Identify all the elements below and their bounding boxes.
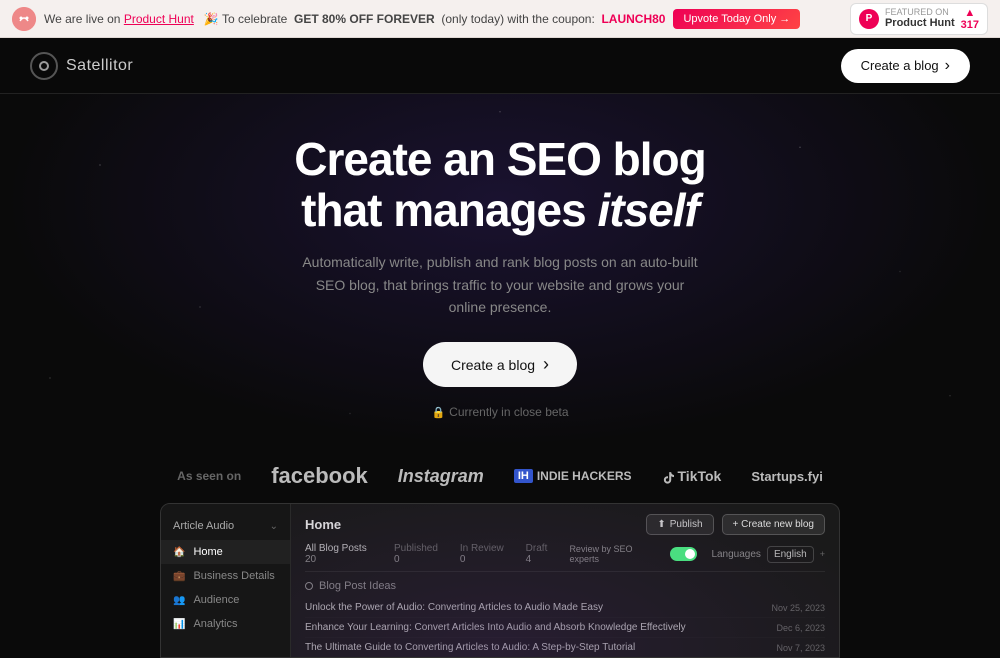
tab-published[interactable]: Published 0 [394,543,446,565]
language-selector[interactable]: Languages English + [711,546,825,563]
facebook-logo: facebook [271,463,368,489]
ph-arrow: ▲ [964,7,975,19]
top-banner: We are live on Product Hunt 🎉 To celebra… [0,0,1000,38]
startups-logo: Startups.fyi [751,469,823,484]
create-new-blog-button[interactable]: + Create new blog [722,514,825,535]
sidebar-item-home[interactable]: 🏠 Home [161,540,290,564]
language-value: English [767,546,814,563]
blog-post-date: Nov 25, 2023 [771,603,825,613]
dashboard-page-title: Home [305,517,341,532]
beta-badge: 🔒 Currently in close beta [431,405,568,419]
language-chevron-icon: + [820,549,825,559]
dashboard-sidebar: Article Audio ⌄ 🏠 Home 💼 Business Detail… [161,504,291,657]
hero-subtitle: Automatically write, publish and rank bl… [300,251,700,318]
analytics-icon: 📊 [173,619,185,630]
lock-icon: 🔒 [431,406,445,419]
banner-text: We are live on Product Hunt 🎉 To celebra… [44,12,665,26]
banner-offer: GET 80% OFF FOREVER [294,12,435,26]
nav-create-blog-button[interactable]: Create a blog [841,49,970,83]
ph-count: ▲ 317 [961,7,979,31]
product-hunt-link[interactable]: Product Hunt [124,12,194,26]
blog-post-row[interactable]: Unlock the Power of Audio: Converting Ar… [305,598,825,618]
blog-post-title: The Ultimate Guide to Converting Article… [305,642,635,653]
banner-avatar [12,7,36,31]
blog-post-title: Unlock the Power of Audio: Converting Ar… [305,602,603,613]
social-proof-section: As seen on facebook Instagram IH INDIE H… [0,449,1000,503]
publish-icon: ⬆ [657,519,665,530]
sidebar-item-analytics[interactable]: 📊 Analytics [161,612,290,636]
publish-button[interactable]: ⬆ Publish [646,514,713,535]
tab-all-posts[interactable]: All Blog Posts 20 [305,543,380,565]
sidebar-title: Article Audio ⌄ [161,514,290,540]
blog-post-title: Enhance Your Learning: Convert Articles … [305,622,686,633]
language-label: Languages [711,549,761,560]
product-hunt-badge[interactable]: P FEATURED ON Product Hunt ▲ 317 [850,3,988,35]
ph-info: FEATURED ON Product Hunt [885,7,955,31]
dashboard-tabs: All Blog Posts 20 Published 0 In Review … [305,543,825,572]
seo-review-label: Review by SEO experts [569,544,663,564]
banner-left: We are live on Product Hunt 🎉 To celebra… [12,7,800,31]
seo-review-toggle[interactable] [670,547,698,561]
dashboard-preview-section: Article Audio ⌄ 🏠 Home 💼 Business Detail… [0,503,1000,658]
sidebar-analytics-label: Analytics [193,618,237,630]
blog-post-row[interactable]: Enhance Your Learning: Convert Articles … [305,618,825,638]
navbar: Satellitor Create a blog [0,38,1000,94]
hero-title-line2: that manages [301,184,586,236]
ph-featured-label: FEATURED ON [885,7,955,18]
logo-icon [30,52,58,80]
logo-inner-circle [39,61,49,71]
coupon-code: LAUNCH80 [601,12,665,26]
blog-posts-section-header: Blog Post Ideas [305,580,825,592]
hero-cta-button[interactable]: Create a blog [423,342,577,387]
hero-title: Create an SEO blog that manages itself [20,134,980,235]
sidebar-item-business[interactable]: 💼 Business Details [161,564,290,588]
upvote-button[interactable]: Upvote Today Only → [673,9,800,29]
ph-number: 317 [961,19,979,31]
home-icon: 🏠 [173,547,185,558]
ih-box: IH [514,469,533,483]
tab-draft[interactable]: Draft 4 [526,543,556,565]
logo: Satellitor [30,52,133,80]
section-dot-icon [305,582,313,590]
beta-text: Currently in close beta [449,405,568,419]
blog-post-row[interactable]: The Ultimate Guide to Converting Article… [305,638,825,658]
hero-title-line1: Create an SEO blog [294,133,705,185]
dashboard-main: Home ⬆ Publish + Create new blog All Blo… [291,504,839,658]
sidebar-item-audience[interactable]: 👥 Audience [161,588,290,612]
section-label: Blog Post Ideas [319,580,396,592]
upvote-label: Upvote Today Only → [683,13,790,25]
ph-name: Product Hunt [885,17,955,30]
audience-icon: 👥 [173,595,185,606]
sidebar-audience-label: Audience [193,594,239,606]
as-seen-label: As seen on [177,469,241,483]
dashboard-actions: ⬆ Publish + Create new blog [646,514,825,535]
indie-hackers-logo: IH INDIE HACKERS [514,469,632,483]
tab-in-review[interactable]: In Review 0 [460,543,512,565]
publish-label: Publish [670,519,703,530]
tiktok-logo: TikTok [662,468,722,484]
blog-post-date: Dec 6, 2023 [776,623,825,633]
sidebar-chevron-icon: ⌄ [270,521,278,532]
sidebar-business-label: Business Details [193,570,274,582]
sidebar-home-label: Home [193,546,222,558]
dashboard-preview: Article Audio ⌄ 🏠 Home 💼 Business Detail… [160,503,840,658]
logo-text: Satellitor [66,57,133,75]
blog-post-list: Unlock the Power of Audio: Converting Ar… [305,598,825,658]
ph-logo-icon: P [859,9,879,29]
dashboard-top-bar: Home ⬆ Publish + Create new blog [305,514,825,535]
blog-post-date: Nov 7, 2023 [776,643,825,653]
hero-title-italic: itself [597,184,698,236]
business-icon: 💼 [173,571,185,582]
instagram-logo: Instagram [398,466,484,487]
hero-section: Create an SEO blog that manages itself A… [0,94,1000,449]
